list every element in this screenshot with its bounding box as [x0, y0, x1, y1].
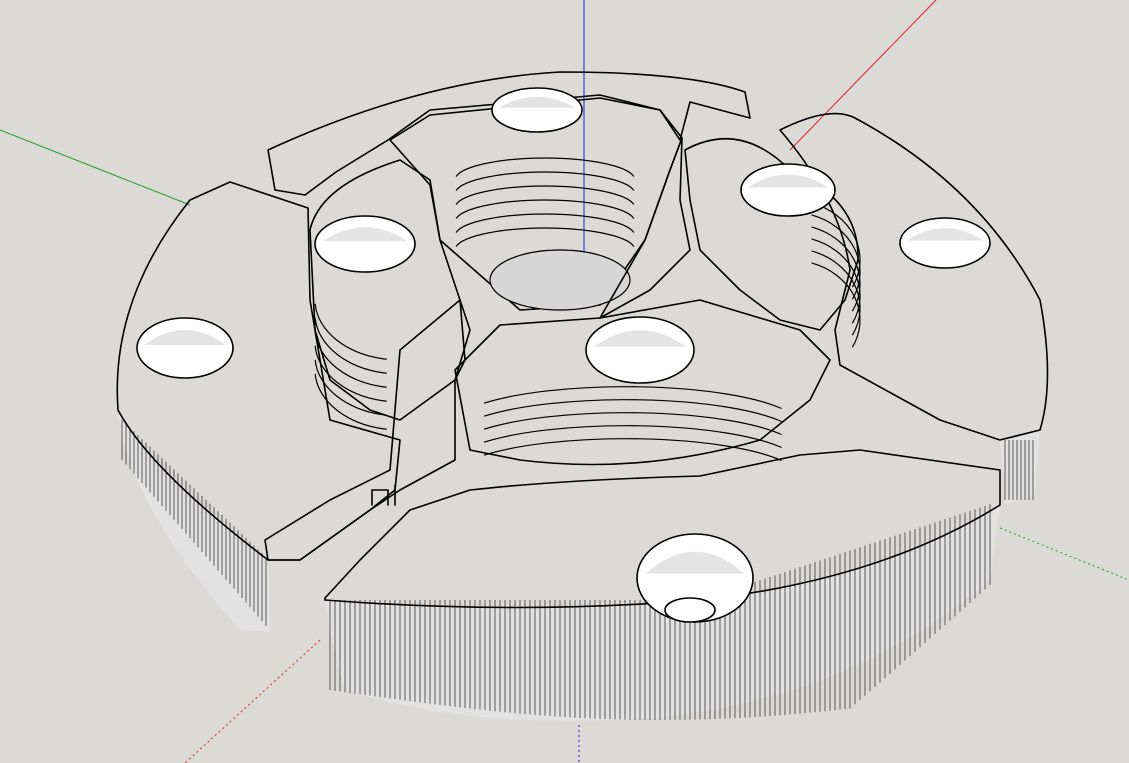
green-axis-solid [0, 129, 191, 206]
mounting-hole[interactable] [314, 215, 416, 273]
mounting-hole[interactable] [136, 317, 234, 379]
red-axis-solid [789, 0, 937, 151]
counterbore-hole [664, 597, 716, 623]
thread-ring [483, 425, 782, 449]
thread-ring [455, 213, 635, 233]
thread-ring [483, 399, 782, 423]
thread-ring [455, 199, 635, 219]
mounting-hole[interactable] [491, 87, 583, 133]
thread-ring [314, 373, 387, 430]
thread-ring [314, 331, 387, 388]
thread-ring [455, 227, 635, 247]
green-axis-dotted [999, 527, 1129, 581]
mounting-hole[interactable] [740, 163, 836, 217]
thread-ring [455, 157, 635, 177]
jaw-right-top-face[interactable] [779, 112, 1049, 441]
mounting-hole[interactable] [899, 217, 991, 269]
model-canvas[interactable] [0, 0, 1129, 763]
thread-ring [314, 303, 387, 360]
red-axis-dotted [184, 639, 321, 763]
thread-ring [455, 185, 635, 205]
thread-ring [455, 171, 635, 191]
sketchup-3d-viewport[interactable] [0, 0, 1129, 763]
mounting-hole[interactable] [585, 316, 695, 384]
thread-ring [483, 412, 782, 436]
thread-ring [483, 438, 782, 462]
thread-ring [483, 386, 782, 410]
